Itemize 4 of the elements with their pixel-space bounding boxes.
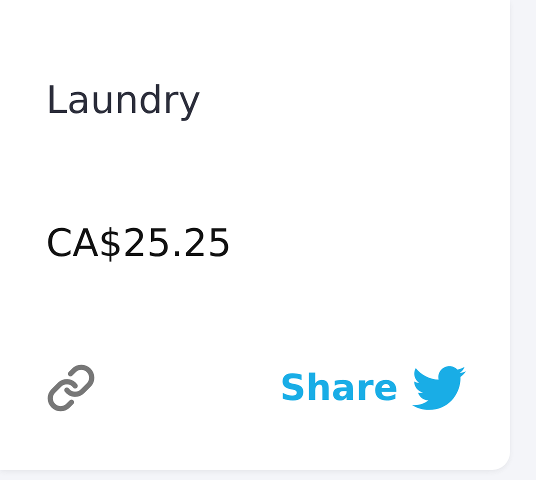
item-price: CA$25.25 [46,220,232,267]
share-link[interactable]: Share [280,361,466,415]
link-icon[interactable] [46,363,96,413]
item-title: Laundry [46,77,201,124]
